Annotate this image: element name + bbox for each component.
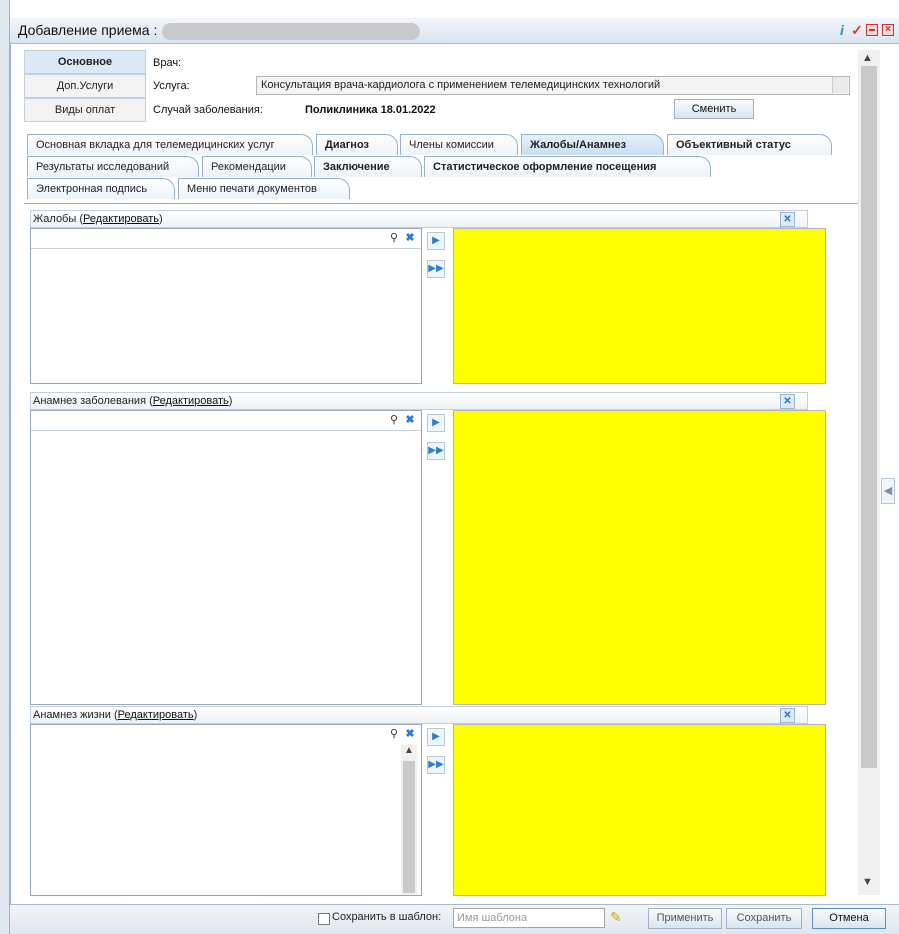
disease-anamnesis-list-toolbar: ⚲ ✖	[31, 411, 421, 431]
left-tab-main[interactable]: Основное	[24, 50, 146, 74]
disease-anamnesis-title-tail: )	[228, 395, 233, 407]
binoculars-icon[interactable]: ⚲	[387, 727, 401, 741]
move-right-icon[interactable]: ▶	[427, 728, 445, 746]
disease-anamnesis-section: Анамнез заболевания (Редактировать) ✕ ⚲ …	[30, 392, 826, 705]
tab-strip: Основная вкладка для телемедицинских усл…	[24, 126, 860, 204]
tab-telemedicine-main[interactable]: Основная вкладка для телемедицинских усл…	[27, 134, 313, 155]
change-case-button[interactable]: Сменить	[674, 99, 754, 119]
disease-anamnesis-clear-icon[interactable]: ✕	[780, 394, 795, 409]
life-anamnesis-clear-icon[interactable]: ✕	[780, 708, 795, 723]
delete-icon[interactable]: ✖	[403, 727, 417, 741]
service-field[interactable]: Консультация врача-кардиолога с применен…	[256, 76, 850, 95]
collapse-panel-arrow-icon[interactable]: ◀	[881, 478, 895, 504]
delete-icon[interactable]: ✖	[403, 413, 417, 427]
life-anamnesis-text-area[interactable]	[453, 724, 826, 896]
life-anamnesis-list-toolbar: ⚲ ✖	[31, 725, 421, 744]
disease-anamnesis-edit-link[interactable]: Редактировать	[153, 395, 229, 407]
save-template-checkbox[interactable]	[318, 913, 330, 925]
case-label: Случай заболевания:	[153, 104, 263, 116]
complaints-text-area[interactable]	[453, 228, 826, 384]
complaints-title-tail: )	[158, 213, 163, 225]
tab-diagnosis[interactable]: Диагноз	[316, 134, 398, 155]
case-value: Поликлиника 18.01.2022	[305, 104, 436, 116]
info-icon[interactable]: i	[834, 22, 850, 38]
life-anamnesis-edit-link[interactable]: Редактировать	[118, 709, 194, 721]
scroll-up-icon[interactable]: ▲	[401, 745, 417, 757]
move-all-right-icon[interactable]: ▶▶	[427, 260, 445, 278]
window-title: Добавление приема :	[18, 22, 158, 38]
move-all-right-icon[interactable]: ▶▶	[427, 442, 445, 460]
tab-print-menu[interactable]: Меню печати документов	[178, 178, 350, 199]
life-anamnesis-section: Анамнез жизни (Редактировать) ✕ ⚲ ✖ ▲ ▶ …	[30, 706, 826, 896]
background-left-strip	[0, 0, 10, 934]
cancel-button[interactable]: Отмена	[812, 908, 886, 929]
move-all-right-icon[interactable]: ▶▶	[427, 756, 445, 774]
pencil-icon[interactable]: ✎	[610, 909, 622, 926]
life-anamnesis-scrollbar[interactable]: ▲	[401, 745, 417, 895]
doctor-label: Врач:	[153, 57, 182, 69]
tab-recommendations[interactable]: Рекомендации	[202, 156, 312, 177]
binoculars-icon[interactable]: ⚲	[387, 231, 401, 245]
left-tab-list: Основное Доп.Услуги Виды оплат	[24, 50, 146, 123]
scroll-down-arrow-icon[interactable]: ▼	[862, 876, 873, 888]
life-anamnesis-header: Анамнез жизни (Редактировать)	[30, 706, 808, 724]
complaints-edit-link[interactable]: Редактировать	[83, 213, 159, 225]
left-tab-payment-types[interactable]: Виды оплат	[24, 98, 146, 122]
tab-objective-status[interactable]: Объективный статус	[667, 134, 832, 155]
tab-complaints-anamnesis[interactable]: Жалобы/Анамнез	[521, 134, 664, 155]
move-right-icon[interactable]: ▶	[427, 414, 445, 432]
life-anamnesis-list[interactable]: ⚲ ✖ ▲	[30, 724, 422, 896]
apply-button[interactable]: Применить	[648, 908, 722, 929]
disease-anamnesis-text-area[interactable]	[453, 410, 826, 705]
left-tab-extra-services[interactable]: Доп.Услуги	[24, 74, 146, 98]
service-label: Услуга:	[153, 80, 190, 92]
binoculars-icon[interactable]: ⚲	[387, 413, 401, 427]
disease-anamnesis-header: Анамнез заболевания (Редактировать)	[30, 392, 808, 410]
complaints-clear-icon[interactable]: ✕	[780, 212, 795, 227]
save-template-label: Сохранить в шаблон:	[332, 911, 442, 923]
delete-icon[interactable]: ✖	[403, 231, 417, 245]
disease-anamnesis-list[interactable]: ⚲ ✖	[30, 410, 422, 705]
tab-electronic-signature[interactable]: Электронная подпись	[27, 178, 175, 199]
complaints-header: Жалобы (Редактировать)	[30, 210, 808, 228]
tab-statistical-registration[interactable]: Статистическое оформление посещения	[424, 156, 711, 177]
template-name-input[interactable]: Имя шаблона	[453, 908, 605, 928]
complaints-list[interactable]: ⚲ ✖	[30, 228, 422, 384]
life-anamnesis-title-tail: )	[193, 709, 198, 721]
complaints-list-toolbar: ⚲ ✖	[31, 229, 421, 249]
tab-commission-members[interactable]: Члены комиссии	[400, 134, 518, 155]
service-lookup-button[interactable]	[832, 77, 848, 93]
tab-research-results[interactable]: Результаты исследований	[27, 156, 199, 177]
scrollbar-thumb[interactable]	[403, 761, 415, 893]
life-anamnesis-title: Анамнез жизни (	[33, 709, 118, 721]
complaints-title: Жалобы (	[33, 213, 83, 225]
close-icon[interactable]: ×	[880, 22, 896, 38]
save-button[interactable]: Сохранить	[726, 908, 802, 929]
tab-conclusion[interactable]: Заключение	[314, 156, 422, 177]
check-icon[interactable]: ✓	[849, 22, 865, 38]
patient-name-redacted	[162, 23, 420, 40]
scroll-up-arrow-icon[interactable]: ▲	[862, 52, 873, 64]
main-scrollbar-thumb[interactable]	[861, 66, 877, 768]
disease-anamnesis-title: Анамнез заболевания (	[33, 395, 153, 407]
complaints-section: Жалобы (Редактировать) ✕ ⚲ ✖ ▶ ▶▶	[30, 210, 826, 384]
minimize-icon[interactable]	[864, 22, 880, 38]
move-right-icon[interactable]: ▶	[427, 232, 445, 250]
